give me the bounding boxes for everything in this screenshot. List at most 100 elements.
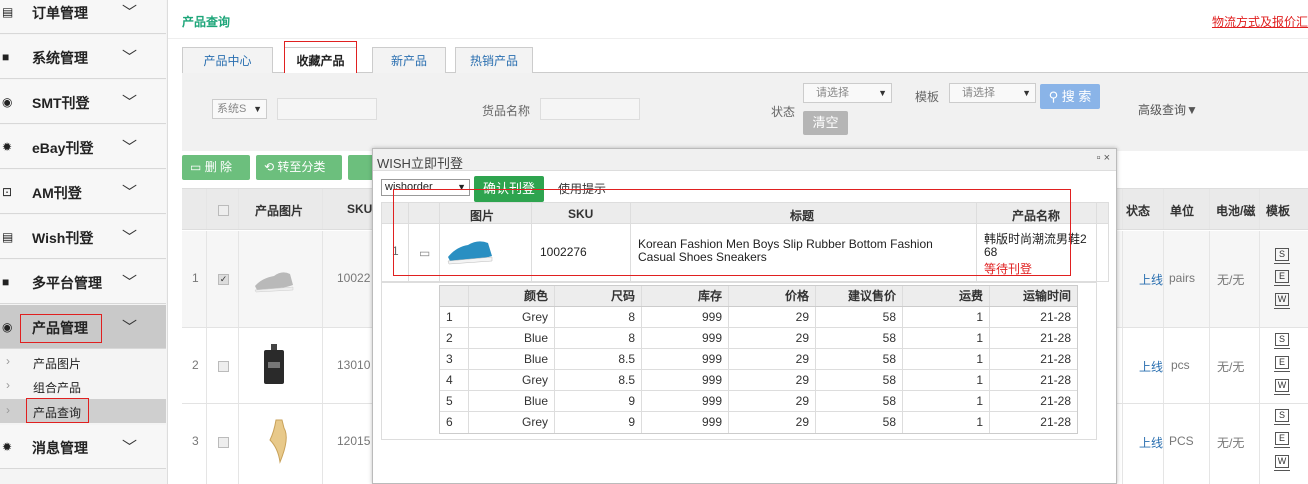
select-all-checkbox[interactable]	[218, 205, 229, 216]
chevron-right-icon: ›	[6, 403, 10, 417]
system-select[interactable]: 系统S ▼	[212, 99, 267, 119]
variant-price: 29	[728, 307, 815, 327]
tab-hot-products[interactable]: 热销产品	[455, 47, 533, 73]
status-link[interactable]: 上线	[1139, 271, 1163, 288]
variant-suggested-price: 58	[815, 349, 902, 369]
variant-size: 9	[554, 412, 641, 433]
template-e-icon[interactable]: E	[1274, 432, 1290, 448]
template-w-icon[interactable]: W	[1274, 379, 1290, 395]
chevron-down-icon: ﹀	[122, 229, 138, 246]
sidebar-menu-products[interactable]: ◉ 产品管理 ﹀	[0, 305, 166, 349]
sidebar-menu-ebay[interactable]: ✹ eBay刊登 ﹀	[0, 125, 166, 169]
collapse-icon[interactable]: ▭	[419, 246, 430, 260]
status-link[interactable]: 上线	[1139, 358, 1163, 375]
sidebar-item-product-images[interactable]: › 产品图片	[0, 350, 166, 374]
sidebar-item-product-query[interactable]: › 产品查询	[0, 399, 166, 423]
system-input[interactable]	[277, 98, 377, 120]
template-s-icon[interactable]: S	[1274, 409, 1290, 425]
sidebar-menu-wish[interactable]: ▤ Wish刊登 ﹀	[0, 215, 166, 259]
column-divider	[1122, 404, 1123, 484]
usage-tips-link[interactable]: 使用提示	[558, 180, 606, 197]
variant-suggested-price: 58	[815, 307, 902, 327]
column-divider	[1163, 404, 1164, 484]
account-select[interactable]: wishorder ▼	[381, 179, 470, 196]
column-divider	[976, 224, 977, 281]
row-checkbox[interactable]: ✓	[218, 274, 229, 285]
advanced-search-toggle[interactable]: 高级查询▼	[1138, 101, 1198, 118]
column-divider	[1163, 189, 1164, 229]
tab-product-center[interactable]: 产品中心	[182, 47, 273, 73]
sidebar-item-label: 产品查询	[33, 406, 82, 420]
product-thumbnail-sneaker	[254, 272, 294, 293]
column-divider	[408, 203, 409, 223]
column-divider	[630, 203, 631, 223]
delete-button[interactable]: ▭ 删 除	[182, 155, 250, 180]
variant-table-header: 颜色 尺码 库存 价格 建议售价 运费 运输时间	[440, 286, 1077, 307]
template-e-icon[interactable]: E	[1274, 270, 1290, 286]
sidebar-menu-messages[interactable]: ✹ 消息管理 ﹀	[0, 425, 166, 469]
table-row[interactable]: 3 Blue 8.5 999 29 58 1 21-28	[440, 349, 1077, 370]
sidebar-menu-multiplatform[interactable]: ■ 多平台管理 ﹀	[0, 260, 166, 304]
dialog-titlebar[interactable]: WISH立即刊登 ▫ ×	[373, 149, 1116, 171]
column-divider	[1096, 224, 1097, 281]
tab-favorite-products[interactable]: 收藏产品	[284, 47, 357, 74]
sidebar-menu-system[interactable]: ■ 系统管理 ﹀	[0, 35, 166, 79]
table-row[interactable]: 6 Grey 9 999 29 58 1 21-28	[440, 412, 1077, 433]
search-button[interactable]: ⚲ 搜 索	[1040, 84, 1100, 109]
item-row[interactable]: 1 ▭ 1002276 Korean Fashion Men Boys Slip…	[381, 224, 1109, 282]
column-divider	[238, 189, 239, 229]
column-header-unit: 单位	[1170, 204, 1195, 218]
battery-cell: 无/无	[1217, 436, 1245, 450]
column-divider	[1163, 231, 1164, 327]
sidebar-menu-label: 系统管理	[32, 50, 88, 66]
variant-stock: 999	[641, 412, 728, 433]
caret-down-icon: ▼	[253, 104, 262, 114]
column-divider	[322, 189, 323, 229]
clear-button[interactable]: 清空	[803, 111, 848, 135]
sidebar-menu-orders[interactable]: ▤ 订单管理 ﹀	[0, 0, 166, 34]
column-header-sku: SKU	[568, 207, 594, 221]
template-select[interactable]: 请选择 ▼	[949, 83, 1036, 103]
dialog-window-controls[interactable]: ▫ ×	[1097, 152, 1110, 164]
select-value: wishorder	[385, 181, 433, 193]
row-checkbox[interactable]	[218, 437, 229, 448]
sidebar-item-combo-products[interactable]: › 组合产品	[0, 374, 166, 398]
sidebar-menu-am[interactable]: ⊡ AM刊登 ﹀	[0, 170, 166, 214]
template-e-icon[interactable]: E	[1274, 356, 1290, 372]
status-link[interactable]: 上线	[1139, 434, 1163, 451]
move-to-category-button[interactable]: ⟲ 转至分类	[256, 155, 342, 180]
table-row[interactable]: 5 Blue 9 999 29 58 1 21-28	[440, 391, 1077, 412]
template-s-icon[interactable]: S	[1274, 333, 1290, 349]
row-checkbox[interactable]	[218, 361, 229, 372]
template-s-icon[interactable]: S	[1274, 248, 1290, 264]
column-divider	[1209, 328, 1210, 403]
status-select[interactable]: 请选择 ▼	[803, 83, 892, 103]
variant-shipping-time: 21-28	[989, 370, 1077, 390]
goods-name-input[interactable]	[540, 98, 640, 120]
variant-price: 29	[728, 349, 815, 369]
variant-suggested-price: 58	[815, 391, 902, 411]
variant-stock: 999	[641, 307, 728, 327]
template-w-icon[interactable]: W	[1274, 293, 1290, 309]
confirm-publish-button[interactable]: 确认刊登	[474, 176, 544, 202]
table-row[interactable]: 4 Grey 8.5 999 29 58 1 21-28	[440, 370, 1077, 391]
variant-price: 29	[728, 370, 815, 390]
column-divider	[1259, 231, 1260, 327]
sidebar-menu-label: 消息管理	[32, 440, 88, 456]
item-product-name: 韩版时尚潮流男鞋268	[984, 232, 1087, 259]
column-divider	[206, 189, 207, 229]
sidebar-menu-label: SMT刊登	[32, 95, 90, 111]
chevron-right-icon: ›	[6, 378, 10, 392]
table-row[interactable]: 1 Grey 8 999 29 58 1 21-28	[440, 307, 1077, 328]
sidebar-menu-smt[interactable]: ◉ SMT刊登 ﹀	[0, 80, 166, 124]
template-w-icon[interactable]: W	[1274, 455, 1290, 471]
table-row[interactable]: 2 Blue 8 999 29 58 1 21-28	[440, 328, 1077, 349]
column-divider	[1122, 189, 1123, 229]
variant-header-size: 尺码	[554, 286, 641, 306]
battery-cell: 无/无	[1217, 273, 1245, 287]
variant-stock: 999	[641, 349, 728, 369]
variant-header-shipping: 运费	[902, 286, 989, 306]
column-divider	[531, 203, 532, 223]
logistics-link[interactable]: 物流方式及报价汇	[1212, 13, 1308, 30]
tab-new-products[interactable]: 新产品	[372, 47, 446, 73]
